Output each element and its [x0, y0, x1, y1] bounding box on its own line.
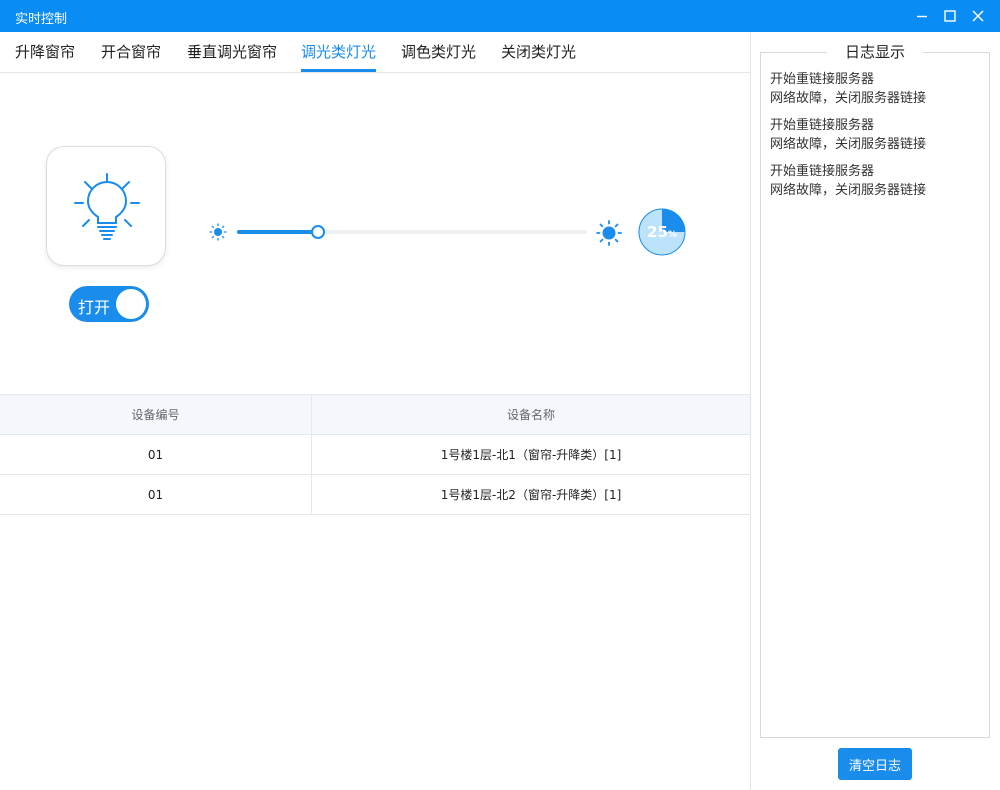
- sun-small-icon: [209, 223, 227, 241]
- brightness-gauge: 25%: [638, 208, 686, 256]
- light-bulb-icon: [74, 173, 140, 240]
- clear-log-button[interactable]: 清空日志: [838, 748, 912, 780]
- device-card: [46, 146, 166, 266]
- header-device-name: 设备名称: [506, 408, 555, 422]
- brightness-slider[interactable]: [237, 225, 587, 239]
- power-toggle[interactable]: 打开: [69, 286, 149, 322]
- cell-device-id: 01: [147, 448, 164, 462]
- cell-device-name: 1号楼1层-北1（窗帘-升降类）[1]: [440, 448, 622, 462]
- tab-lift-curtain[interactable]: 升降窗帘: [15, 32, 75, 72]
- log-entry: 开始重链接服务器 网络故障，关闭服务器链接: [770, 118, 927, 152]
- toggle-label: 打开: [78, 298, 111, 317]
- panel-divider: [750, 32, 751, 790]
- tab-switch-light[interactable]: 关闭类灯光: [501, 32, 576, 72]
- minimize-icon[interactable]: [912, 6, 932, 26]
- title-bar: 实时控制: [0, 0, 1000, 32]
- category-tabs: 升降窗帘 开合窗帘 垂直调光窗帘 调光类灯光 调色类灯光 关闭类灯光: [0, 32, 750, 73]
- close-icon[interactable]: [968, 6, 988, 26]
- tab-color-light[interactable]: 调色类灯光: [401, 32, 476, 72]
- cell-device-id: 01: [147, 488, 164, 502]
- log-list: 开始重链接服务器 网络故障，关闭服务器链接 开始重链接服务器 网络故障，关闭服务器链…: [770, 70, 985, 208]
- maximize-icon[interactable]: [940, 6, 960, 26]
- toggle-knob: [116, 289, 146, 319]
- window-title: 实时控制: [15, 12, 68, 27]
- table-header: 设备编号 设备名称: [0, 394, 750, 435]
- column-divider: [311, 394, 312, 515]
- table-row[interactable]: 01 1号楼1层-北2（窗帘-升降类）[1]: [0, 475, 750, 515]
- tab-dimmable-light[interactable]: 调光类灯光: [301, 32, 377, 72]
- tab-vertical-dimming-curtain[interactable]: 垂直调光窗帘: [187, 32, 277, 72]
- log-entry: 开始重链接服务器 网络故障，关闭服务器链接: [770, 164, 927, 198]
- control-panel: 打开 25% 设备编号 设备名称 01 1号楼1层-北1（窗帘-升降类）[1] …: [0, 73, 750, 790]
- tab-open-close-curtain[interactable]: 开合窗帘: [101, 32, 161, 72]
- sun-large-icon: [596, 220, 622, 246]
- table-row[interactable]: 01 1号楼1层-北1（窗帘-升降类）[1]: [0, 435, 750, 475]
- log-title: 日志显示: [827, 43, 923, 63]
- slider-fill: [237, 230, 318, 234]
- cell-device-name: 1号楼1层-北2（窗帘-升降类）[1]: [440, 488, 622, 502]
- gauge-value: 25%: [647, 223, 677, 241]
- log-entry: 开始重链接服务器 网络故障，关闭服务器链接: [770, 72, 927, 106]
- slider-thumb[interactable]: [310, 225, 325, 239]
- header-device-id: 设备编号: [131, 408, 180, 422]
